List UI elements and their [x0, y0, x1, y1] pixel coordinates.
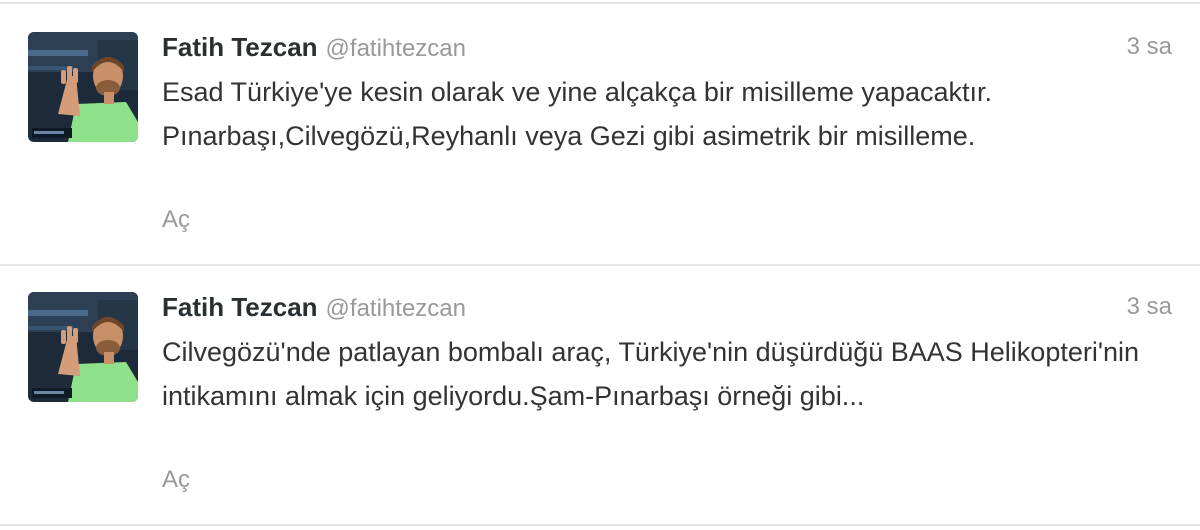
- user-handle[interactable]: @fatihtezcan: [326, 295, 466, 322]
- user-name[interactable]: Fatih Tezcan: [162, 32, 318, 62]
- tweet-feed: Fatih Tezcan @fatihtezcan 3 sa Esad Türki…: [0, 0, 1200, 530]
- timestamp[interactable]: 3 sa: [1127, 30, 1172, 64]
- user-handle[interactable]: @fatihtezcan: [326, 35, 466, 62]
- tweet-header: Fatih Tezcan @fatihtezcan 3 sa: [162, 30, 1172, 64]
- tweet-header: Fatih Tezcan @fatihtezcan 3 sa: [162, 290, 1172, 324]
- tweet[interactable]: Fatih Tezcan @fatihtezcan 3 sa Esad Türki…: [0, 0, 1200, 264]
- user-name[interactable]: Fatih Tezcan: [162, 292, 318, 322]
- avatar-photo: [28, 32, 138, 142]
- timestamp[interactable]: 3 sa: [1127, 290, 1172, 324]
- tweet[interactable]: Fatih Tezcan @fatihtezcan 3 sa Cilvegözü'…: [0, 266, 1200, 524]
- avatar-photo: [28, 292, 138, 402]
- expand-link[interactable]: Aç: [162, 206, 190, 234]
- avatar[interactable]: [28, 292, 138, 402]
- tweet-text: Cilvegözü'nde patlayan bombalı araç, Tür…: [162, 337, 1140, 411]
- tweet-text: Esad Türkiye'ye kesin olarak ve yine alç…: [162, 77, 992, 151]
- expand-link[interactable]: Aç: [162, 466, 190, 494]
- avatar[interactable]: [28, 32, 138, 142]
- divider: [0, 524, 1200, 526]
